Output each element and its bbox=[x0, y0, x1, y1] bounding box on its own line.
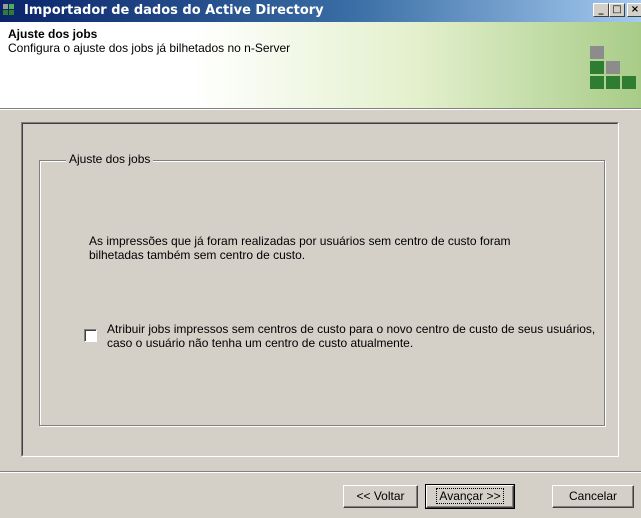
page-subtitle: Configura o ajuste dos jobs já bilhetado… bbox=[8, 41, 291, 55]
title-bar[interactable]: Importador de dados do Active Directory … bbox=[0, 0, 641, 22]
wizard-window: Importador de dados do Active Directory … bbox=[0, 0, 641, 518]
next-button-label: Avançar >> bbox=[436, 488, 504, 504]
logo-blocks-icon bbox=[590, 46, 641, 92]
assign-cost-center-checkbox[interactable] bbox=[84, 329, 97, 342]
window-title: Importador de dados do Active Directory bbox=[24, 3, 324, 18]
wizard-header: Ajuste dos jobs Configura o ajuste dos j… bbox=[0, 22, 641, 108]
minimize-button[interactable]: _ bbox=[593, 3, 609, 17]
close-button[interactable]: × bbox=[627, 3, 641, 17]
checkbox-label[interactable]: Atribuir jobs impressos sem centros de c… bbox=[107, 322, 597, 350]
footer-divider-highlight bbox=[0, 472, 641, 473]
back-button-label: << Voltar bbox=[356, 489, 405, 503]
jobs-adjustment-groupbox bbox=[39, 160, 605, 426]
page-title: Ajuste dos jobs bbox=[8, 27, 98, 41]
header-divider-highlight bbox=[0, 109, 641, 110]
cancel-button[interactable]: Cancelar bbox=[552, 485, 634, 508]
groupbox-legend: Ajuste dos jobs bbox=[66, 152, 154, 166]
app-icon bbox=[3, 4, 19, 18]
maximize-button[interactable]: □ bbox=[609, 3, 625, 17]
back-button[interactable]: << Voltar bbox=[343, 485, 418, 508]
next-button[interactable]: Avançar >> bbox=[425, 484, 515, 509]
cancel-button-label: Cancelar bbox=[568, 489, 618, 503]
info-text: As impressões que já foram realizadas po… bbox=[89, 234, 511, 262]
